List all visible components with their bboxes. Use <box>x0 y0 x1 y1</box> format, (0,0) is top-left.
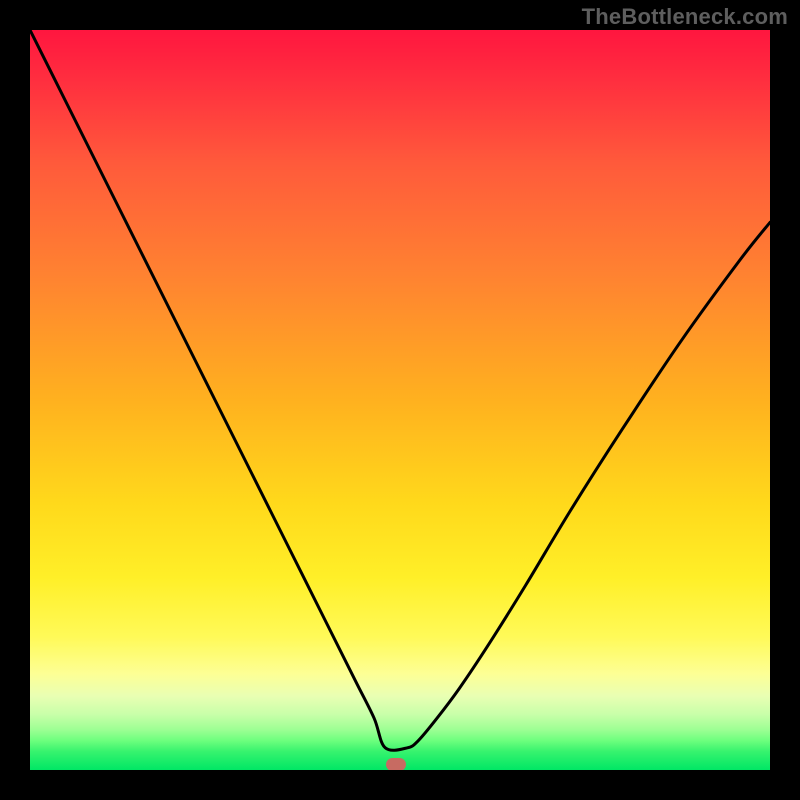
plot-area <box>30 30 770 770</box>
bottleneck-curve <box>30 30 770 770</box>
optimal-point-marker <box>386 758 406 770</box>
chart-container: TheBottleneck.com <box>0 0 800 800</box>
watermark-label: TheBottleneck.com <box>582 4 788 30</box>
